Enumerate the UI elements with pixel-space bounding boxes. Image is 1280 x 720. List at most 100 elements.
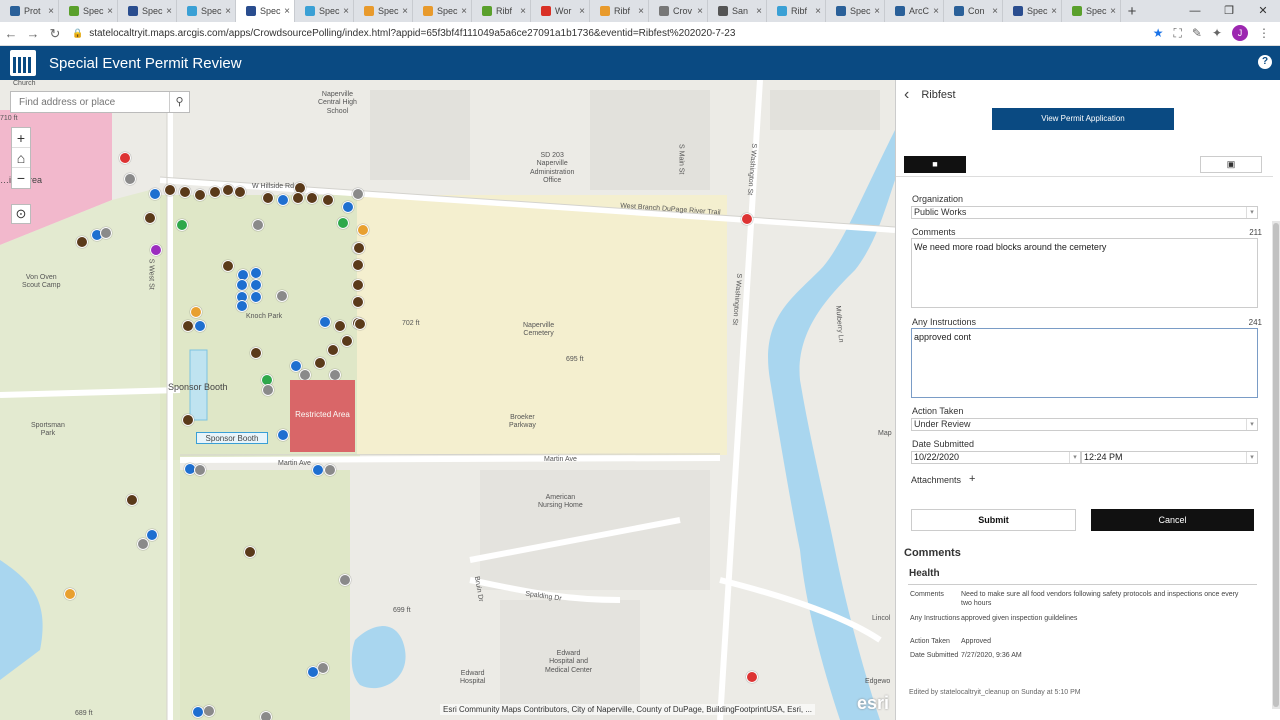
map-marker-icon[interactable] [222,260,234,272]
map-marker-icon[interactable] [100,227,112,239]
browser-tab[interactable]: Spec × [413,0,472,22]
tab-close-icon[interactable]: × [402,6,408,17]
tab-close-icon[interactable]: × [520,6,526,17]
new-tab-button[interactable]: + [1121,3,1143,20]
map-marker-icon[interactable] [319,316,331,328]
map-marker-icon[interactable] [137,538,149,550]
map-marker-icon[interactable] [203,705,215,717]
map-marker-icon[interactable] [252,219,264,231]
comments-textarea[interactable]: We need more road blocks around the ceme… [911,238,1258,308]
map-marker-icon[interactable] [322,194,334,206]
time-picker[interactable]: 12:24 PM ▾ [1081,451,1258,464]
browser-tab[interactable]: Spec × [1062,0,1121,22]
extensions-icon[interactable]: ✦ [1212,26,1222,40]
tab-close-icon[interactable]: × [48,6,54,17]
tab-close-icon[interactable]: × [815,6,821,17]
map-marker-icon[interactable] [126,494,138,506]
map-marker-icon[interactable] [339,574,351,586]
browser-tab[interactable]: Ribf × [590,0,649,22]
comment-tab-button[interactable]: ■ [904,156,966,173]
tab-close-icon[interactable]: × [284,6,290,17]
help-icon[interactable]: ? [1258,55,1272,69]
map-marker-icon[interactable] [306,192,318,204]
gallery-tab-button[interactable]: ▣ [1200,156,1262,173]
forward-icon[interactable]: → [22,26,44,41]
browser-tab[interactable]: Spec × [118,0,177,22]
scrollbar-thumb[interactable] [1273,223,1279,707]
map-marker-icon[interactable] [334,320,346,332]
map-marker-icon[interactable] [250,291,262,303]
browser-tab[interactable]: Spec × [354,0,413,22]
browser-tab[interactable]: Ribf × [472,0,531,22]
browser-tab[interactable]: Crov × [649,0,708,22]
map-marker-icon[interactable] [352,279,364,291]
map-marker-icon[interactable] [337,217,349,229]
panel-scrollbar[interactable] [1272,221,1280,709]
tab-close-icon[interactable]: × [638,6,644,17]
map-marker-icon[interactable] [250,279,262,291]
map-marker-icon[interactable] [341,335,353,347]
zoom-out-button[interactable]: − [12,168,30,188]
zoom-in-button[interactable]: + [12,128,30,148]
tab-close-icon[interactable]: × [756,6,762,17]
tab-close-icon[interactable]: × [166,6,172,17]
bookmark-star-icon[interactable]: ★ [1153,26,1164,40]
map-marker-icon[interactable] [352,188,364,200]
search-icon[interactable]: ⚲ [169,92,189,112]
map-marker-icon[interactable] [146,529,158,541]
map-marker-icon[interactable] [194,189,206,201]
browser-tab[interactable]: Prot × [0,0,59,22]
map-marker-icon[interactable] [244,546,256,558]
map-marker-icon[interactable] [277,194,289,206]
map-marker-icon[interactable] [250,267,262,279]
map-marker-icon[interactable] [64,588,76,600]
map-marker-icon[interactable] [176,219,188,231]
map-marker-icon[interactable] [190,306,202,318]
map-marker-icon[interactable] [307,666,319,678]
map-marker-icon[interactable] [277,429,289,441]
submit-button[interactable]: Submit [911,509,1076,531]
browser-tab[interactable]: Ribf × [767,0,826,22]
map-marker-icon[interactable] [194,464,206,476]
view-permit-button[interactable]: View Permit Application [992,108,1174,130]
tab-close-icon[interactable]: × [225,6,231,17]
browser-tab[interactable]: Spec × [59,0,118,22]
browser-tab[interactable]: Spec × [177,0,236,22]
browser-tab[interactable]: San × [708,0,767,22]
map-marker-icon[interactable] [327,344,339,356]
restricted-area[interactable]: Restricted Area [290,380,355,452]
edit-icon[interactable]: ✎ [1192,26,1202,40]
back-chevron-icon[interactable]: ‹ [904,86,909,104]
tab-close-icon[interactable]: × [461,6,467,17]
tab-close-icon[interactable]: × [992,6,998,17]
profile-avatar[interactable]: J [1232,25,1248,41]
reload-icon[interactable]: ↻ [44,26,66,42]
map-marker-icon[interactable] [209,186,221,198]
tab-close-icon[interactable]: × [107,6,113,17]
tab-close-icon[interactable]: × [874,6,880,17]
map-marker-icon[interactable] [262,192,274,204]
map-marker-icon[interactable] [76,236,88,248]
map-marker-icon[interactable] [276,290,288,302]
maximize-icon[interactable]: ❐ [1212,0,1246,22]
browser-tab[interactable]: Spec × [236,0,295,22]
map-marker-icon[interactable] [352,259,364,271]
map-marker-icon[interactable] [179,186,191,198]
map-marker-icon[interactable] [342,201,354,213]
map-marker-icon[interactable] [149,188,161,200]
map-marker-icon[interactable] [324,464,336,476]
map-marker-icon[interactable] [353,242,365,254]
minimize-icon[interactable]: — [1178,0,1212,22]
map-marker-icon[interactable] [234,186,246,198]
browser-tab[interactable]: Spec × [295,0,354,22]
map-marker-icon[interactable] [192,706,204,718]
home-icon[interactable]: ⌂ [12,148,30,168]
screenshot-icon[interactable]: ⛶ [1173,26,1181,41]
sponsor-booth-label[interactable]: Sponsor Booth [168,382,228,392]
map-search-input[interactable] [11,92,169,112]
instructions-textarea[interactable]: approved cont [911,328,1258,398]
sponsor-booth-box[interactable]: Sponsor Booth [196,432,268,444]
date-picker[interactable]: 10/22/2020 ▾ [911,451,1081,464]
tab-close-icon[interactable]: × [697,6,703,17]
browser-tab[interactable]: Wor × [531,0,590,22]
